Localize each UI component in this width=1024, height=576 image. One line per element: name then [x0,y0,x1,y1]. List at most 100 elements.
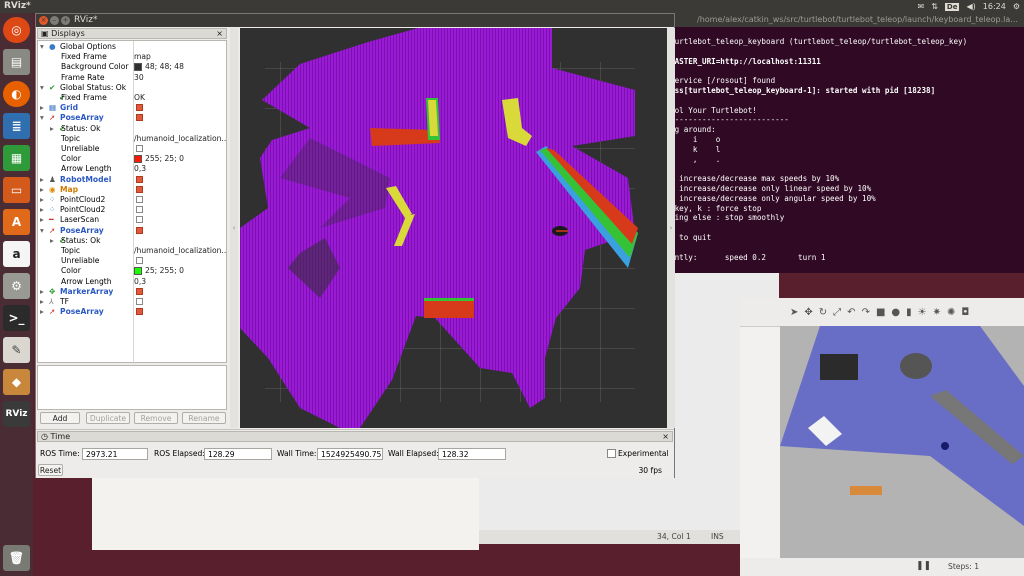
tree-row[interactable]: ▸ ⅄ TF [38,297,226,307]
expand-right-icon[interactable]: ▸ [50,236,54,246]
power-gear-icon[interactable]: ⚙ [1013,2,1020,11]
enable-checkbox[interactable] [136,145,143,152]
tree-row[interactable]: ▾ ✔ Global Status: Ok [38,83,226,93]
expand-right-icon[interactable]: ▸ [40,175,44,185]
sphere-shape-icon[interactable]: ● [891,307,900,318]
rename-button[interactable]: Rename [182,412,226,424]
terminal-window[interactable]: /home/alex/catkin_ws/src/turtlebot/turtl… [665,13,1024,273]
editor-icon[interactable]: ✎ [3,337,30,363]
tree-row-value[interactable]: OK [134,93,226,103]
expand-down-icon[interactable]: ▾ [40,42,44,52]
maximize-icon[interactable]: + [61,16,70,25]
tree-row[interactable]: Fixed Frame map [38,52,226,62]
tree-row[interactable]: ▸ ✔ Status: Ok [38,236,226,246]
writer-icon[interactable]: ≣ [3,113,30,139]
expand-right-icon[interactable]: ▸ [40,307,44,317]
camera-icon[interactable]: ◘ [961,307,969,318]
gazebo-window[interactable]: ➤ ✥ ↻ ⤢ ↶ ↷ ■ ● ▮ ☀ ✷ ✺ ◘ ❚❚ Steps: 1 [740,298,1024,576]
tree-row[interactable]: ▾ ➚ PoseArray [38,113,226,123]
scale-icon[interactable]: ⤢ [833,307,841,318]
expand-down-icon[interactable]: ▾ [40,226,44,236]
expand-down-icon[interactable]: ▾ [40,83,44,93]
rotate-icon[interactable]: ↻ [819,307,827,318]
tree-row[interactable]: Arrow Length 0,3 [38,277,226,287]
collapse-left-handle[interactable]: ‹ [230,28,238,428]
ros-time-field[interactable]: 2973.21 [82,448,148,460]
keyboard-layout-indicator[interactable]: De [944,2,960,11]
tree-row[interactable]: ▸ ━ LaserScan [38,215,226,225]
tree-row[interactable]: ▾ ➚ PoseArray [38,226,226,236]
wall-time-field[interactable]: 1524925490.75 [317,448,383,460]
tree-row[interactable]: Arrow Length 0,3 [38,164,226,174]
tree-row-value[interactable]: 25; 255; 0 [134,266,226,276]
tree-row[interactable]: Topic/humanoid_localization... [38,134,226,144]
ros-elapsed-field[interactable]: 128.29 [204,448,272,460]
tree-row[interactable]: Frame Rate 30 [38,73,226,83]
mail-icon[interactable]: ✉ [918,2,925,11]
enable-checkbox[interactable] [136,298,143,305]
tree-row-value[interactable]: 0,3 [134,164,226,174]
expand-right-icon[interactable]: ▸ [40,205,44,215]
tree-row-value[interactable]: 0,3 [134,277,226,287]
wall-elapsed-field[interactable]: 128.32 [438,448,506,460]
terminal-icon[interactable]: >_ [3,305,30,331]
add-button[interactable]: Add [40,412,80,424]
rviz-3d-view[interactable] [240,28,667,428]
tree-row[interactable]: Background Color 48; 48; 48 [38,62,226,72]
expand-right-icon[interactable]: ▸ [50,124,54,134]
impress-icon[interactable]: ▭ [3,177,30,203]
expand-right-icon[interactable]: ▸ [40,185,44,195]
tree-row[interactable]: ▸ ♟ RobotModel [38,175,226,185]
remove-button[interactable]: Remove [134,412,178,424]
close-icon[interactable]: × [216,29,223,39]
expand-right-icon[interactable]: ▸ [40,297,44,307]
select-arrow-icon[interactable]: ➤ [790,307,798,318]
rviz-icon[interactable]: RViz [3,401,30,427]
tree-row[interactable]: ▸ ⁘ PointCloud2 [38,195,226,205]
tree-row-value[interactable]: 30 [134,73,226,83]
close-icon[interactable]: × [39,16,48,25]
enable-checkbox[interactable] [136,175,143,183]
translate-icon[interactable]: ✥ [804,307,812,318]
minimize-icon[interactable]: – [50,16,59,25]
amazon-icon[interactable]: a [3,241,30,267]
tree-row[interactable]: Topic/humanoid_localization... [38,246,226,256]
expand-right-icon[interactable]: ▸ [40,195,44,205]
enable-checkbox[interactable] [136,308,143,316]
enable-checkbox[interactable] [136,185,143,193]
enable-checkbox[interactable] [136,226,143,234]
expand-right-icon[interactable]: ▸ [40,215,44,225]
enable-checkbox[interactable] [136,287,143,295]
duplicate-button[interactable]: Duplicate [86,412,130,424]
enable-checkbox[interactable] [136,104,143,112]
software-center-icon[interactable]: A [3,209,30,235]
cylinder-shape-icon[interactable]: ▮ [906,307,912,318]
tree-row[interactable]: Unreliable [38,144,226,154]
redo-icon[interactable]: ↷ [862,307,870,318]
tree-row-value[interactable]: 48; 48; 48 [134,62,226,72]
reset-button[interactable]: Reset [38,464,63,476]
sun-light-icon[interactable]: ☀ [918,307,927,318]
tree-row-value[interactable]: map [134,52,226,62]
calc-icon[interactable]: ▦ [3,145,30,171]
trash-icon[interactable]: 🗑 [3,545,30,571]
tree-row-value[interactable]: /humanoid_localization... [134,134,226,144]
network-icon[interactable]: ⇅ [931,2,938,11]
tree-row[interactable]: ▸ ✥ MarkerArray [38,287,226,297]
tree-row-value[interactable]: 255; 25; 0 [134,154,226,164]
tree-row-value[interactable]: /humanoid_localization... [134,246,226,256]
box-shape-icon[interactable]: ■ [876,307,885,318]
close-icon[interactable]: × [662,432,669,442]
tree-row[interactable]: Color 25; 255; 0 [38,266,226,276]
clock[interactable]: 16:24 [983,2,1006,11]
tree-row[interactable]: ✔ Fixed Frame OK [38,93,226,103]
tree-row[interactable]: ▸ ▦ Grid [38,103,226,113]
enable-checkbox[interactable] [136,114,143,122]
enable-checkbox[interactable] [136,216,143,224]
spot-light-icon[interactable]: ✺ [947,307,955,318]
enable-checkbox[interactable] [136,196,143,203]
experimental-checkbox[interactable] [607,449,616,458]
expand-right-icon[interactable]: ▸ [40,287,44,297]
enable-checkbox[interactable] [136,257,143,265]
settings-icon[interactable]: ⚙ [3,273,30,299]
